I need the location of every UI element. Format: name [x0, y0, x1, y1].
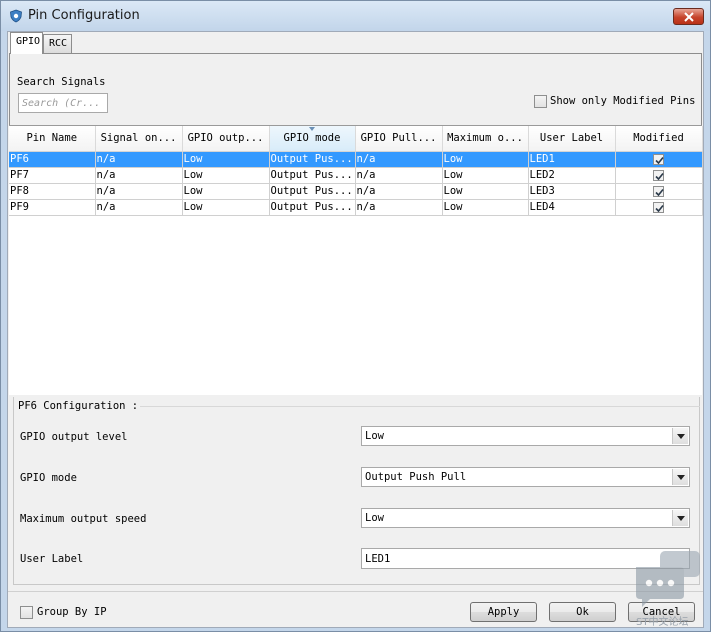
modified-checkbox[interactable] — [653, 169, 664, 181]
gpio-mode-value: Output Push Pull — [365, 471, 467, 483]
ok-button[interactable]: Ok — [549, 602, 616, 622]
show-modified-checkbox[interactable] — [534, 95, 547, 108]
cell-output: Low — [182, 151, 270, 168]
cell-modified — [615, 167, 703, 184]
checkmark-icon — [655, 156, 664, 164]
column-header-pin-name[interactable]: Pin Name — [9, 126, 96, 152]
gpio-output-level-select[interactable]: Low — [361, 426, 690, 446]
close-button[interactable] — [673, 8, 704, 25]
pin-configuration-window: Pin Configuration GPIO RCC Search Signal… — [0, 0, 711, 632]
cell-speed: Low — [442, 199, 529, 216]
watermark-text: ST中文论坛 — [636, 617, 689, 628]
cell-pin: PF9 — [9, 199, 96, 216]
cell-label: LED3 — [528, 183, 616, 200]
show-modified-label: Show only Modified Pins — [550, 95, 696, 107]
cell-signal: n/a — [95, 151, 183, 168]
gpio-mode-select[interactable]: Output Push Pull — [361, 467, 690, 487]
column-header-gpio-mode-label: GPIO mode — [283, 132, 341, 145]
cell-signal: n/a — [95, 167, 183, 184]
table-row[interactable]: PF6 n/a Low Output Pus... n/a Low LED1 — [9, 151, 703, 168]
cell-modified — [615, 183, 703, 200]
cell-mode: Output Pus... — [269, 167, 356, 184]
cell-speed: Low — [442, 167, 529, 184]
close-icon — [684, 12, 694, 22]
cell-pin: PF8 — [9, 183, 96, 200]
modified-checkbox[interactable] — [653, 185, 664, 197]
cell-speed: Low — [442, 151, 529, 168]
apply-button[interactable]: Apply — [470, 602, 537, 622]
cell-mode: Output Pus... — [269, 199, 356, 216]
cell-speed: Low — [442, 183, 529, 200]
cell-label: LED4 — [528, 199, 616, 216]
cell-pull: n/a — [355, 183, 443, 200]
cell-modified — [615, 199, 703, 216]
cell-label: LED2 — [528, 167, 616, 184]
column-header-gpio-mode[interactable]: GPIO mode — [269, 126, 356, 152]
cell-output: Low — [182, 167, 270, 184]
dialog-client-area: GPIO RCC Search Signals Show only Modifi… — [7, 31, 704, 628]
tab-gpio[interactable]: GPIO — [10, 32, 43, 54]
cell-label: LED1 — [528, 151, 616, 168]
chevron-down-icon[interactable] — [672, 428, 688, 444]
table-row[interactable]: PF7 n/a Low Output Pus... n/a Low LED2 — [9, 167, 703, 184]
gpio-output-level-value: Low — [365, 430, 384, 442]
cell-pin: PF6 — [9, 151, 96, 168]
modified-checkbox[interactable] — [653, 153, 664, 165]
sort-arrow-icon — [309, 127, 315, 131]
cell-signal: n/a — [95, 199, 183, 216]
title-bar[interactable]: Pin Configuration — [1, 1, 710, 31]
group-by-ip-label: Group By IP — [37, 606, 107, 618]
column-header-gpio-output[interactable]: GPIO outp... — [182, 126, 270, 152]
search-signals-label: Search Signals — [17, 76, 106, 88]
tab-rcc[interactable]: RCC — [43, 34, 72, 53]
checkmark-icon — [655, 188, 664, 196]
user-label-label: User Label — [20, 553, 84, 565]
cell-output: Low — [182, 183, 270, 200]
cell-mode: Output Pus... — [269, 183, 356, 200]
checkmark-icon — [655, 204, 664, 212]
cell-pull: n/a — [355, 151, 443, 168]
cell-pin: PF7 — [9, 167, 96, 184]
cell-modified — [615, 151, 703, 168]
max-output-speed-value: Low — [365, 512, 384, 524]
checkmark-icon — [655, 172, 664, 180]
max-output-speed-select[interactable]: Low — [361, 508, 690, 528]
column-header-max-output[interactable]: Maximum o... — [442, 126, 529, 152]
config-group-title: PF6 Configuration : — [18, 400, 141, 412]
chevron-down-icon[interactable] — [672, 469, 688, 485]
search-input[interactable] — [18, 93, 108, 113]
column-header-user-label[interactable]: User Label — [528, 126, 616, 152]
pin-table: Pin Name Signal on... GPIO outp... GPIO … — [9, 125, 703, 395]
gpio-mode-label: GPIO mode — [20, 472, 77, 484]
cell-pull: n/a — [355, 199, 443, 216]
cell-signal: n/a — [95, 183, 183, 200]
table-row[interactable]: PF8 n/a Low Output Pus... n/a Low LED3 — [9, 183, 703, 200]
chevron-down-icon[interactable] — [672, 510, 688, 526]
column-header-gpio-pull[interactable]: GPIO Pull... — [355, 126, 443, 152]
group-divider — [134, 406, 700, 407]
cell-output: Low — [182, 199, 270, 216]
table-row[interactable]: PF9 n/a Low Output Pus... n/a Low LED4 — [9, 199, 703, 216]
cell-mode: Output Pus... — [269, 151, 356, 168]
modified-checkbox[interactable] — [653, 201, 664, 213]
column-header-signal[interactable]: Signal on... — [95, 126, 183, 152]
column-header-modified[interactable]: Modified — [615, 126, 703, 152]
max-output-speed-label: Maximum output speed — [20, 513, 147, 525]
group-by-ip-checkbox[interactable] — [20, 606, 33, 619]
cell-pull: n/a — [355, 167, 443, 184]
footer-divider — [8, 591, 703, 592]
window-title: Pin Configuration — [28, 8, 140, 23]
gpio-output-level-label: GPIO output level — [20, 431, 128, 443]
shield-app-icon — [10, 9, 22, 23]
